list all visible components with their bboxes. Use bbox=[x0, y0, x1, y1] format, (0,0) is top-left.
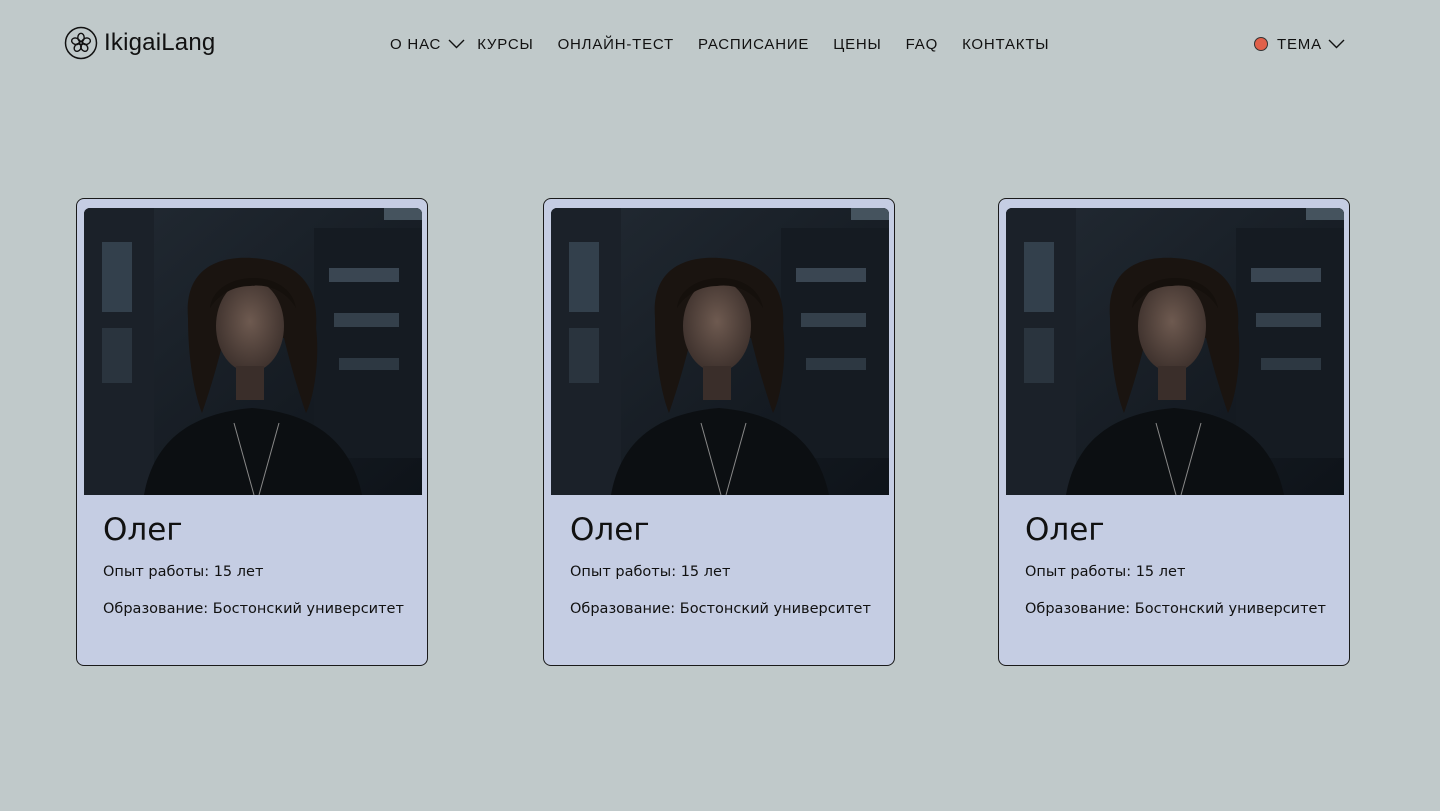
nav-item-online-test[interactable]: ОНЛАЙН-ТЕСТ bbox=[558, 36, 674, 53]
teacher-experience: Опыт работы: 15 лет bbox=[570, 564, 731, 580]
nav-item-label: КОНТАКТЫ bbox=[962, 35, 1050, 53]
teacher-card[interactable]: Олег Опыт работы: 15 лет Образование: Бо… bbox=[998, 198, 1350, 666]
teacher-card[interactable]: Олег Опыт работы: 15 лет Образование: Бо… bbox=[543, 198, 895, 666]
nav-item-schedule[interactable]: РАСПИСАНИЕ bbox=[698, 36, 809, 53]
chevron-down-icon bbox=[448, 39, 465, 49]
nav-item-label: О НАС bbox=[390, 35, 442, 53]
portrait-image bbox=[1006, 208, 1344, 495]
portrait-image bbox=[551, 208, 889, 495]
nav-item-label: КУРСЫ bbox=[477, 35, 534, 53]
portrait-image bbox=[84, 208, 422, 495]
chevron-down-icon bbox=[1328, 39, 1345, 49]
site-header: IkigaiLang О НАС КУРСЫ ОНЛАЙН-ТЕСТ РАСПИ… bbox=[0, 0, 1440, 88]
main-nav: О НАС КУРСЫ ОНЛАЙН-ТЕСТ РАСПИСАНИЕ ЦЕНЫ … bbox=[390, 33, 1073, 55]
teacher-name: Олег bbox=[103, 512, 183, 548]
teacher-name: Олег bbox=[570, 512, 650, 548]
theme-switcher[interactable]: ТЕМА bbox=[1254, 33, 1345, 55]
teacher-experience: Опыт работы: 15 лет bbox=[103, 564, 264, 580]
theme-color-dot bbox=[1254, 37, 1268, 51]
teacher-photo bbox=[84, 208, 422, 495]
nav-item-about[interactable]: О НАС bbox=[390, 36, 465, 53]
nav-item-label: РАСПИСАНИЕ bbox=[698, 35, 810, 53]
teacher-photo bbox=[551, 208, 889, 495]
nav-item-label: FAQ bbox=[905, 35, 939, 53]
teacher-education: Образование: Бостонский университет bbox=[1025, 601, 1326, 617]
nav-item-courses[interactable]: КУРСЫ bbox=[477, 36, 533, 53]
nav-item-prices[interactable]: ЦЕНЫ bbox=[833, 36, 881, 53]
teacher-card[interactable]: Олег Опыт работы: 15 лет Образование: Бо… bbox=[76, 198, 428, 666]
teacher-education: Образование: Бостонский университет bbox=[103, 601, 404, 617]
theme-label: ТЕМА bbox=[1277, 35, 1322, 53]
teacher-education: Образование: Бостонский университет bbox=[570, 601, 871, 617]
teacher-photo bbox=[1006, 208, 1344, 495]
logo[interactable]: IkigaiLang bbox=[64, 26, 215, 60]
teacher-name: Олег bbox=[1025, 512, 1105, 548]
nav-item-label: ОНЛАЙН-ТЕСТ bbox=[557, 35, 675, 53]
flower-logo-icon bbox=[64, 26, 98, 60]
teacher-experience: Опыт работы: 15 лет bbox=[1025, 564, 1186, 580]
nav-item-label: ЦЕНЫ bbox=[833, 35, 882, 53]
brand-name: IkigaiLang bbox=[104, 29, 216, 56]
nav-item-contacts[interactable]: КОНТАКТЫ bbox=[962, 36, 1049, 53]
nav-item-faq[interactable]: FAQ bbox=[906, 36, 938, 53]
